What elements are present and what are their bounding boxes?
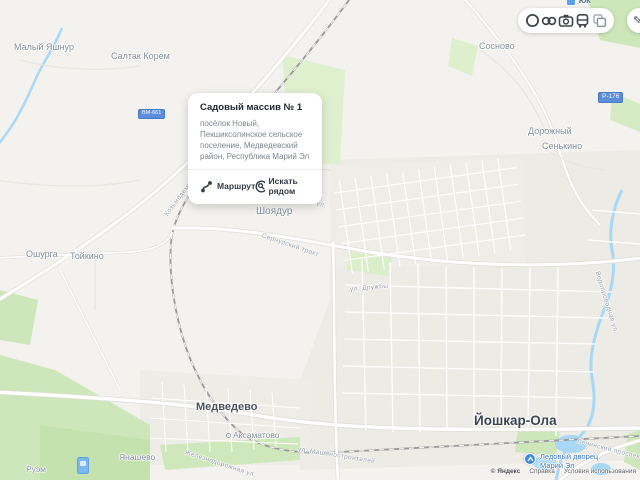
place-label-toykino[interactable]: Тойкино (70, 251, 104, 261)
place-title: Садовый массив № 1 (200, 102, 303, 113)
panoramas-icon[interactable] (541, 13, 557, 29)
card-divider (188, 169, 322, 170)
route-button[interactable]: Маршрут (200, 180, 255, 193)
map-attribution: © Яндекс Справка Условия использования (491, 468, 636, 475)
place-label-dorozhny[interactable]: Дорожный (528, 126, 572, 136)
route-icon (201, 180, 212, 192)
skating-icon (524, 453, 536, 465)
map-canvas[interactable] (0, 0, 640, 480)
settlement-dot-marker (226, 433, 231, 438)
place-label-sosnovo[interactable]: Сосново (479, 41, 515, 51)
place-label-yanashevo[interactable]: Янашево (119, 452, 155, 462)
route-button-label: Маршрут (217, 181, 256, 191)
edit-pencil-icon: ✎ (633, 15, 640, 27)
search-nearby-icon (255, 180, 265, 192)
place-info-card: Садовый массив № 1 посёлок Новый, Пекшик… (188, 93, 322, 204)
help-link[interactable]: Справка (529, 468, 555, 475)
layers-icon[interactable] (592, 13, 608, 29)
poi-building-icon[interactable] (77, 457, 89, 474)
place-address: посёлок Новый, Пекшиксолинское сельское … (200, 119, 310, 161)
camera-icon[interactable] (558, 13, 574, 29)
place-label-yoshkar-ola[interactable]: Йошкар-Ола (474, 413, 557, 428)
search-nearby-button-label: Искать рядом (268, 176, 298, 196)
place-label-senkino[interactable]: Сенькино (542, 141, 582, 151)
terms-link[interactable]: Условия использования (564, 468, 636, 475)
poi-yuk-label: ЮК (579, 0, 591, 5)
poi-square-icon (566, 0, 576, 6)
place-label-oshurga[interactable]: Ошурга (26, 249, 58, 259)
place-label-saltak-korem[interactable]: Салтак Корем (111, 51, 170, 61)
search-nearby-button[interactable]: Искать рядом (255, 176, 310, 196)
transit-icon[interactable] (575, 13, 591, 29)
map-layers-toolbar (518, 8, 614, 33)
place-label-maly-yashnur[interactable]: Малый Яшнур (14, 42, 74, 52)
place-label-shoyadur[interactable]: Шоядур (256, 206, 292, 217)
poi-yuk[interactable]: ЮК (566, 0, 591, 6)
map-app-window: Малый Яшнур Салтак Корем Сосново Дорожны… (0, 0, 640, 480)
road-number-badge: ВМ-661 (138, 109, 166, 119)
place-label-aksamatovo[interactable]: Аксаматово (233, 430, 280, 440)
place-label-ruem[interactable]: Руэм (26, 464, 46, 474)
place-label-medvedevo[interactable]: Медведево (196, 401, 257, 413)
road-number-badge: Р-176 (598, 92, 624, 103)
copyright-link[interactable]: © Яндекс (491, 468, 521, 475)
traffic-icon[interactable] (524, 13, 540, 29)
